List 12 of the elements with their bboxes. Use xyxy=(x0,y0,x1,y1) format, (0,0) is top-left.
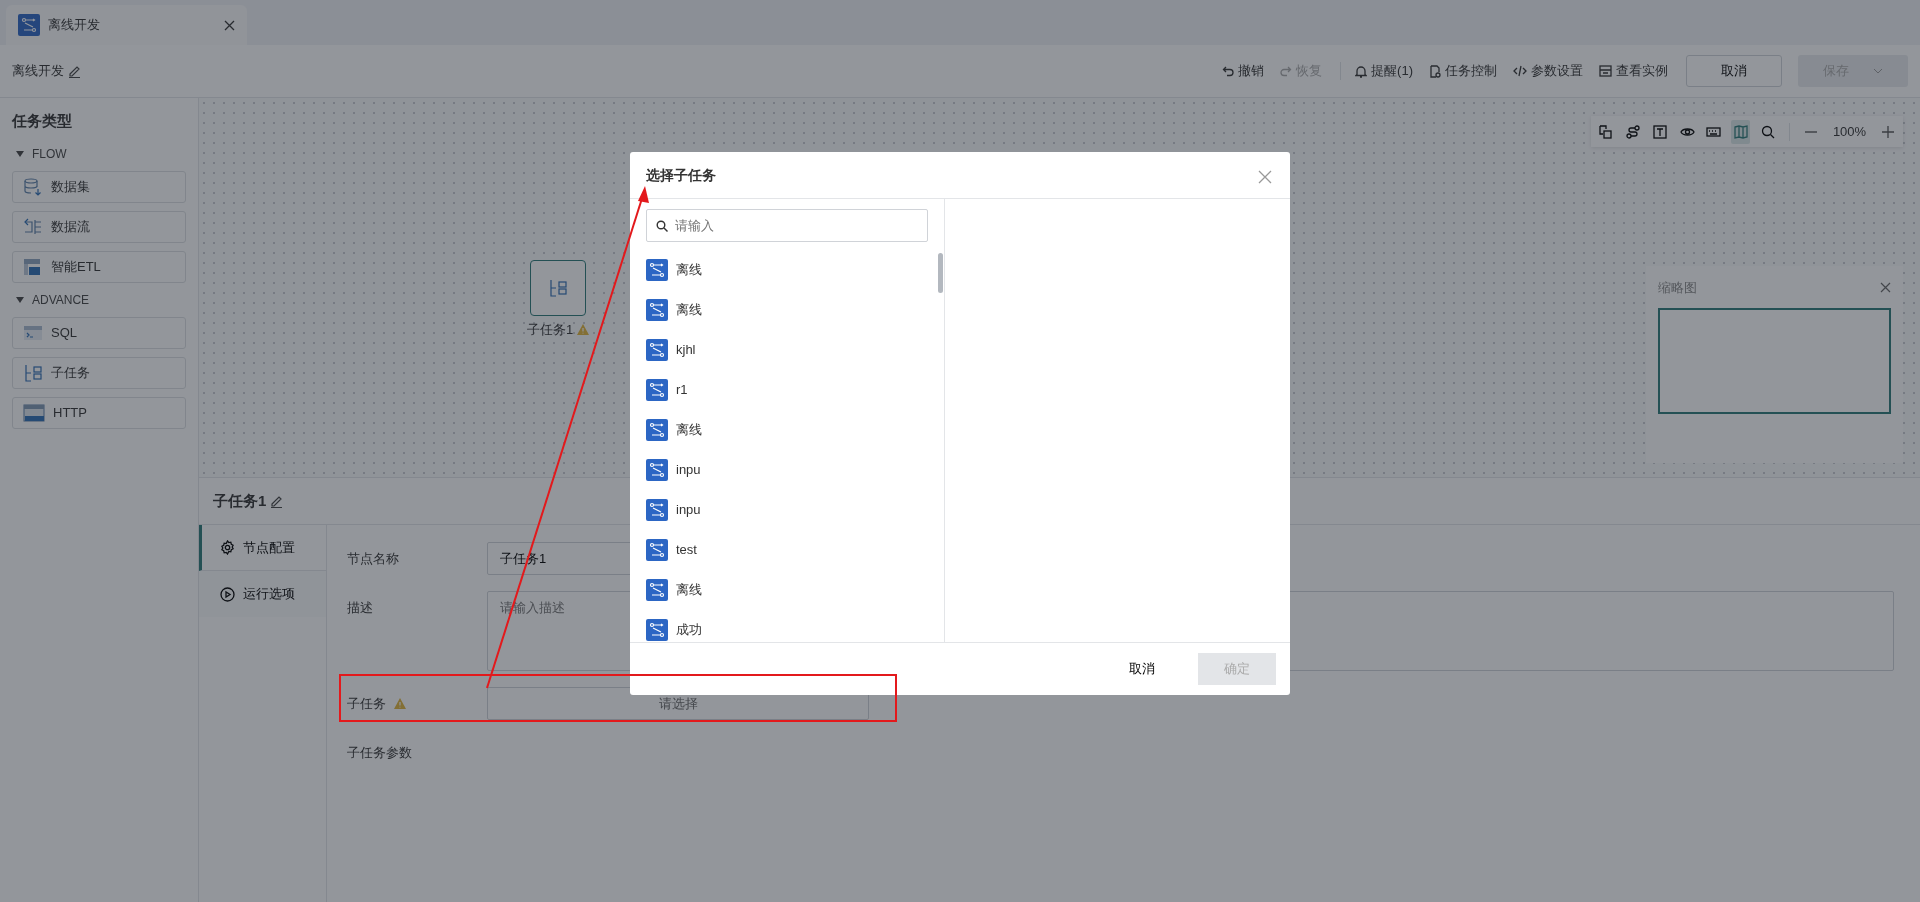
node-label: 子任务1 xyxy=(527,321,574,339)
page-title: 离线开发 xyxy=(12,62,64,81)
field-label: 子任务 xyxy=(347,694,386,713)
minimap-title: 缩略图 xyxy=(1658,279,1697,297)
zoom-level: 100% xyxy=(1831,122,1868,141)
field-label: 描述 xyxy=(347,598,373,617)
dialog-title: 选择子任务 xyxy=(646,165,716,185)
sidebar-title: 任务类型 xyxy=(12,111,73,131)
tab-title: 离线开发 xyxy=(48,16,101,35)
field-label: 子任务参数 xyxy=(347,743,412,762)
panel-title: 子任务1 xyxy=(213,490,267,511)
field-label: 节点名称 xyxy=(347,549,399,568)
